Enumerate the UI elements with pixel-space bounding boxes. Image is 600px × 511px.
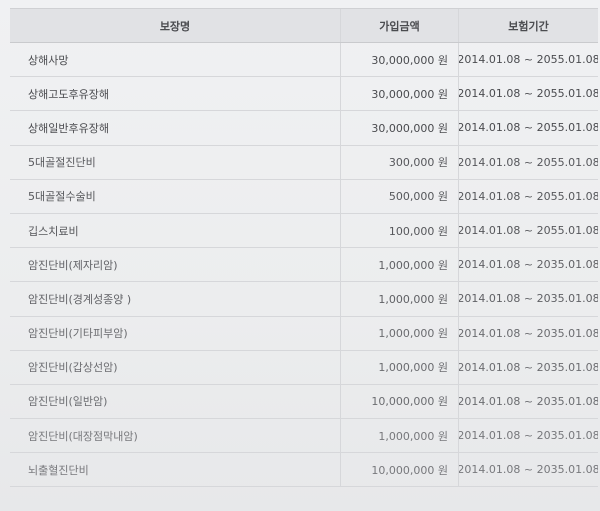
- table-row: 상해일반후유장해 30,000,000 원 2014.01.08 ~ 2055.…: [10, 111, 598, 146]
- coverage-amount: 10,000,000 원: [340, 384, 458, 419]
- coverage-name: 상해일반후유장해: [28, 121, 109, 135]
- coverage-name: 암진단비(제자리암): [28, 258, 118, 272]
- page: 보장명 가입금액 보험기간 상해사망 30,000,000 원 2014.01.…: [0, 0, 600, 511]
- coverage-name: 암진단비(갑상선암): [28, 361, 118, 375]
- coverage-period: 2014.01.08 ~ 2055.01.08: [458, 145, 598, 179]
- coverage-period: 2014.01.08 ~ 2035.01.08: [458, 282, 598, 316]
- header-amount: 가입금액: [340, 9, 458, 42]
- coverage-period: 2014.01.08 ~ 2035.01.08: [458, 316, 598, 350]
- coverage-period: 2014.01.08 ~ 2035.01.08: [458, 384, 598, 419]
- coverage-period: 2014.01.08 ~ 2035.01.08: [458, 350, 598, 384]
- coverage-period: 2014.01.08 ~ 2055.01.08: [458, 77, 598, 111]
- coverage-name: 5대골절진단비: [28, 156, 96, 170]
- coverage-period: 2014.01.08 ~ 2035.01.08: [458, 248, 598, 282]
- coverage-period: 2014.01.08 ~ 2055.01.08: [458, 111, 598, 145]
- coverage-name: 암진단비(대장점막내암): [28, 429, 138, 443]
- coverage-amount: 1,000,000 원: [340, 419, 458, 453]
- coverage-amount: 30,000,000 원: [340, 43, 458, 77]
- coverage-name: 깁스치료비: [28, 224, 79, 238]
- coverage-amount: 100,000 원: [340, 213, 458, 248]
- table-row: 뇌출혈진단비 10,000,000 원 2014.01.08 ~ 2035.01…: [10, 453, 598, 488]
- table-row: 암진단비(경계성종양 ) 1,000,000 원 2014.01.08 ~ 20…: [10, 282, 598, 317]
- table-row: 암진단비(일반암) 10,000,000 원 2014.01.08 ~ 2035…: [10, 384, 598, 420]
- coverage-period: 2014.01.08 ~ 2055.01.08: [458, 213, 598, 248]
- coverage-name: 암진단비(일반암): [28, 395, 108, 409]
- coverage-name: 상해사망: [28, 53, 69, 67]
- coverage-period: 2014.01.08 ~ 2055.01.08: [458, 43, 598, 77]
- coverage-amount: 500,000 원: [340, 179, 458, 213]
- table-row: 5대골절수술비 500,000 원 2014.01.08 ~ 2055.01.0…: [10, 179, 598, 214]
- table-row: 상해사망 30,000,000 원 2014.01.08 ~ 2055.01.0…: [10, 43, 598, 78]
- coverage-period: 2014.01.08 ~ 2055.01.08: [458, 179, 598, 213]
- coverage-name: 5대골절수술비: [28, 190, 96, 204]
- table-header: 보장명 가입금액 보험기간: [10, 9, 598, 43]
- coverage-name: 암진단비(경계성종양 ): [28, 292, 132, 306]
- coverage-amount: 1,000,000 원: [340, 248, 458, 282]
- table-row: 상해고도후유장해 30,000,000 원 2014.01.08 ~ 2055.…: [10, 77, 598, 112]
- coverage-amount: 1,000,000 원: [340, 316, 458, 350]
- coverage-amount: 30,000,000 원: [340, 77, 458, 111]
- coverage-table: 보장명 가입금액 보험기간 상해사망 30,000,000 원 2014.01.…: [10, 8, 598, 488]
- coverage-name: 상해고도후유장해: [28, 87, 109, 101]
- coverage-amount: 300,000 원: [340, 145, 458, 179]
- coverage-period: 2014.01.08 ~ 2035.01.08: [458, 453, 598, 487]
- table-row: 깁스치료비 100,000 원 2014.01.08 ~ 2055.01.08: [10, 213, 598, 249]
- coverage-name: 뇌출혈진단비: [28, 463, 89, 477]
- coverage-amount: 30,000,000 원: [340, 111, 458, 145]
- table-row: 암진단비(제자리암) 1,000,000 원 2014.01.08 ~ 2035…: [10, 248, 598, 283]
- coverage-amount: 1,000,000 원: [340, 350, 458, 384]
- coverage-period: 2014.01.08 ~ 2035.01.08: [458, 419, 598, 453]
- header-period: 보험기간: [458, 9, 598, 42]
- coverage-amount: 1,000,000 원: [340, 282, 458, 316]
- coverage-amount: 10,000,000 원: [340, 453, 458, 487]
- header-coverage-name: 보장명: [159, 19, 191, 33]
- coverage-name: 암진단비(기타피부암): [28, 327, 128, 341]
- table-row: 암진단비(갑상선암) 1,000,000 원 2014.01.08 ~ 2035…: [10, 350, 598, 385]
- table-row: 5대골절진단비 300,000 원 2014.01.08 ~ 2055.01.0…: [10, 145, 598, 180]
- table-row: 암진단비(대장점막내암) 1,000,000 원 2014.01.08 ~ 20…: [10, 419, 598, 454]
- table-row: 암진단비(기타피부암) 1,000,000 원 2014.01.08 ~ 203…: [10, 316, 598, 351]
